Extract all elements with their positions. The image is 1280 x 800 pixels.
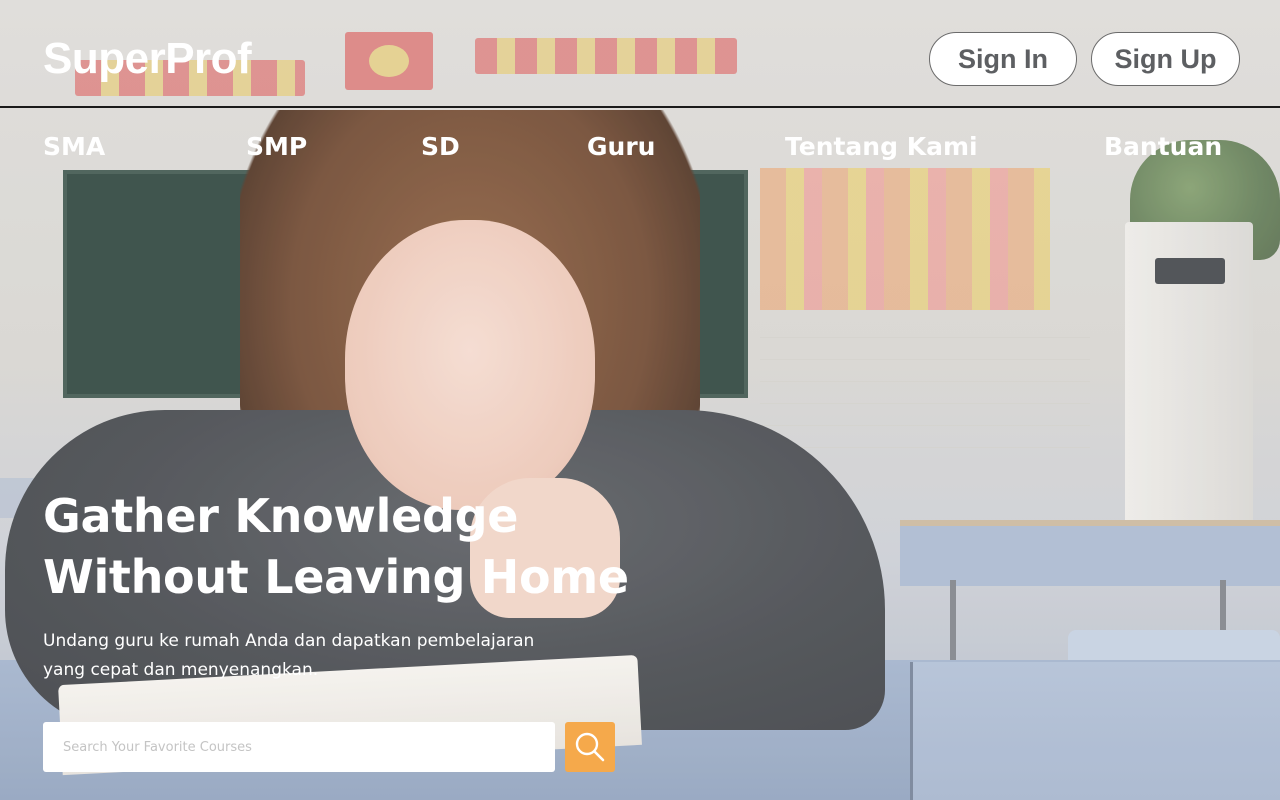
- nav-item-bantuan[interactable]: Bantuan: [1104, 128, 1222, 166]
- hero-title: Gather Knowledge Without Leaving Home: [43, 486, 723, 608]
- hero-subtitle-line: yang cepat dan menyenangkan.: [43, 660, 319, 680]
- nav-item-sma[interactable]: SMA: [43, 128, 105, 166]
- nav-item-guru[interactable]: Guru: [587, 128, 655, 166]
- hero-subtitle: Undang guru ke rumah Anda dan dapatkan p…: [43, 627, 563, 685]
- header-divider: [0, 106, 1280, 108]
- hero-subtitle-line: Undang guru ke rumah Anda dan dapatkan p…: [43, 631, 535, 651]
- nav-item-smp[interactable]: SMP: [246, 128, 307, 166]
- search-button[interactable]: [565, 722, 615, 772]
- sign-in-button[interactable]: Sign In: [929, 32, 1077, 86]
- nav-item-sd[interactable]: SD: [421, 128, 460, 166]
- hero-title-line: Without Leaving Home: [43, 550, 629, 604]
- site-logo[interactable]: SuperProf: [43, 32, 252, 86]
- search-icon: [575, 732, 605, 762]
- hero-title-line: Gather Knowledge: [43, 489, 519, 543]
- nav-item-tentang-kami[interactable]: Tentang Kami: [785, 128, 978, 166]
- search-input[interactable]: [43, 722, 555, 772]
- sign-up-button[interactable]: Sign Up: [1091, 32, 1240, 86]
